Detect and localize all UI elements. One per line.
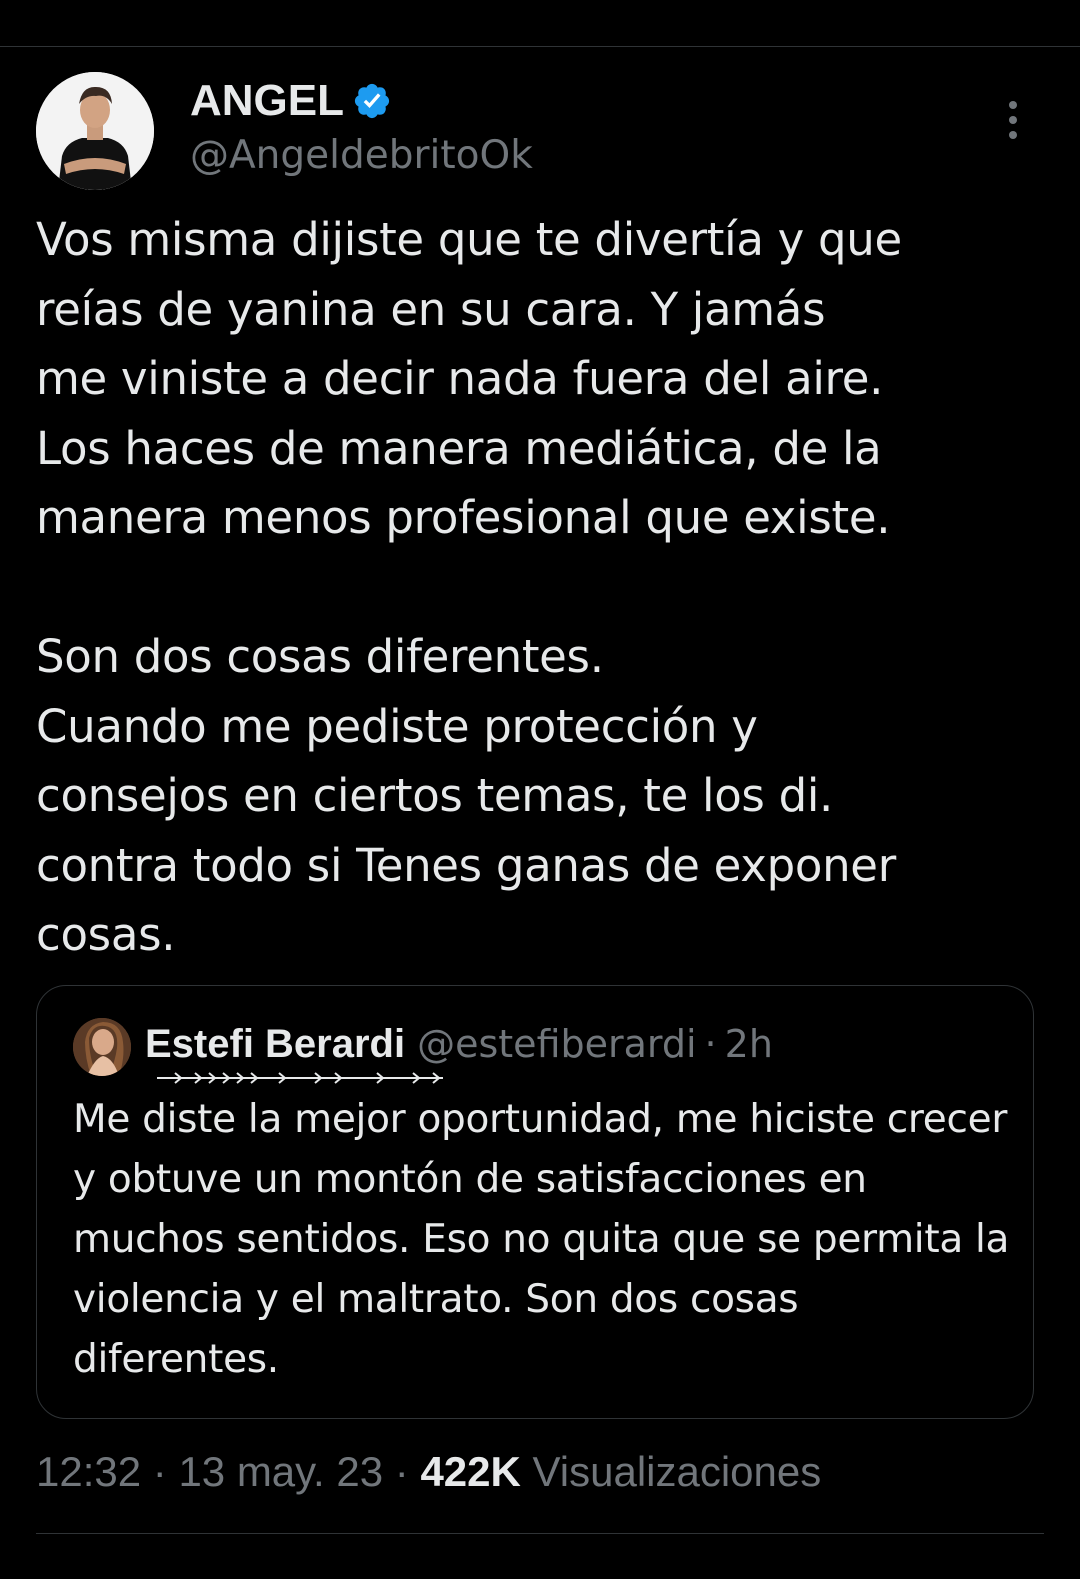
- bottom-divider: [36, 1533, 1044, 1534]
- author-avatar[interactable]: [36, 72, 154, 190]
- meta-separator: ·: [141, 1448, 179, 1495]
- tweet-time[interactable]: 12:32: [36, 1448, 141, 1495]
- top-divider: [0, 46, 1080, 47]
- author-info: ANGEL @AngeldebritoOk: [190, 74, 533, 184]
- quoted-author-name[interactable]: Estefi Berardi: [145, 1022, 405, 1067]
- author-name[interactable]: ANGEL: [190, 74, 344, 128]
- tweet-text: Vos misma dijiste que te divertía y que …: [36, 213, 902, 961]
- quoted-tweet-header: Estefi Berardi @estefiberardi · 2h: [145, 1022, 773, 1067]
- more-vertical-icon: [1009, 101, 1017, 139]
- avatar-image: [36, 72, 154, 190]
- author-handle[interactable]: @AngeldebritoOk: [190, 128, 533, 184]
- tweet-meta: 12:32 · 13 may. 23 · 422K Visualizacione…: [36, 1444, 821, 1500]
- quoted-tweet-time[interactable]: 2h: [725, 1022, 773, 1066]
- quoted-avatar-image: [73, 1018, 131, 1076]
- quoted-author-avatar[interactable]: [73, 1018, 131, 1076]
- header-separator: ·: [704, 1022, 717, 1066]
- name-arrow-ornament-icon: [157, 1072, 443, 1084]
- views-count[interactable]: 422K: [420, 1448, 520, 1495]
- tweet-date[interactable]: 13 may. 23: [178, 1448, 383, 1495]
- verified-badge-icon: [352, 81, 392, 121]
- meta-separator: ·: [383, 1448, 421, 1495]
- quoted-author-handle[interactable]: @estefiberardi: [417, 1022, 696, 1066]
- views-label[interactable]: Visualizaciones: [521, 1448, 822, 1495]
- quoted-tweet-card[interactable]: Estefi Berardi @estefiberardi · 2h Me di…: [36, 985, 1034, 1419]
- quoted-tweet-text: Me diste la mejor oportunidad, me hicist…: [73, 1097, 1010, 1382]
- more-options-button[interactable]: [996, 98, 1030, 144]
- author-name-row: ANGEL: [190, 74, 533, 128]
